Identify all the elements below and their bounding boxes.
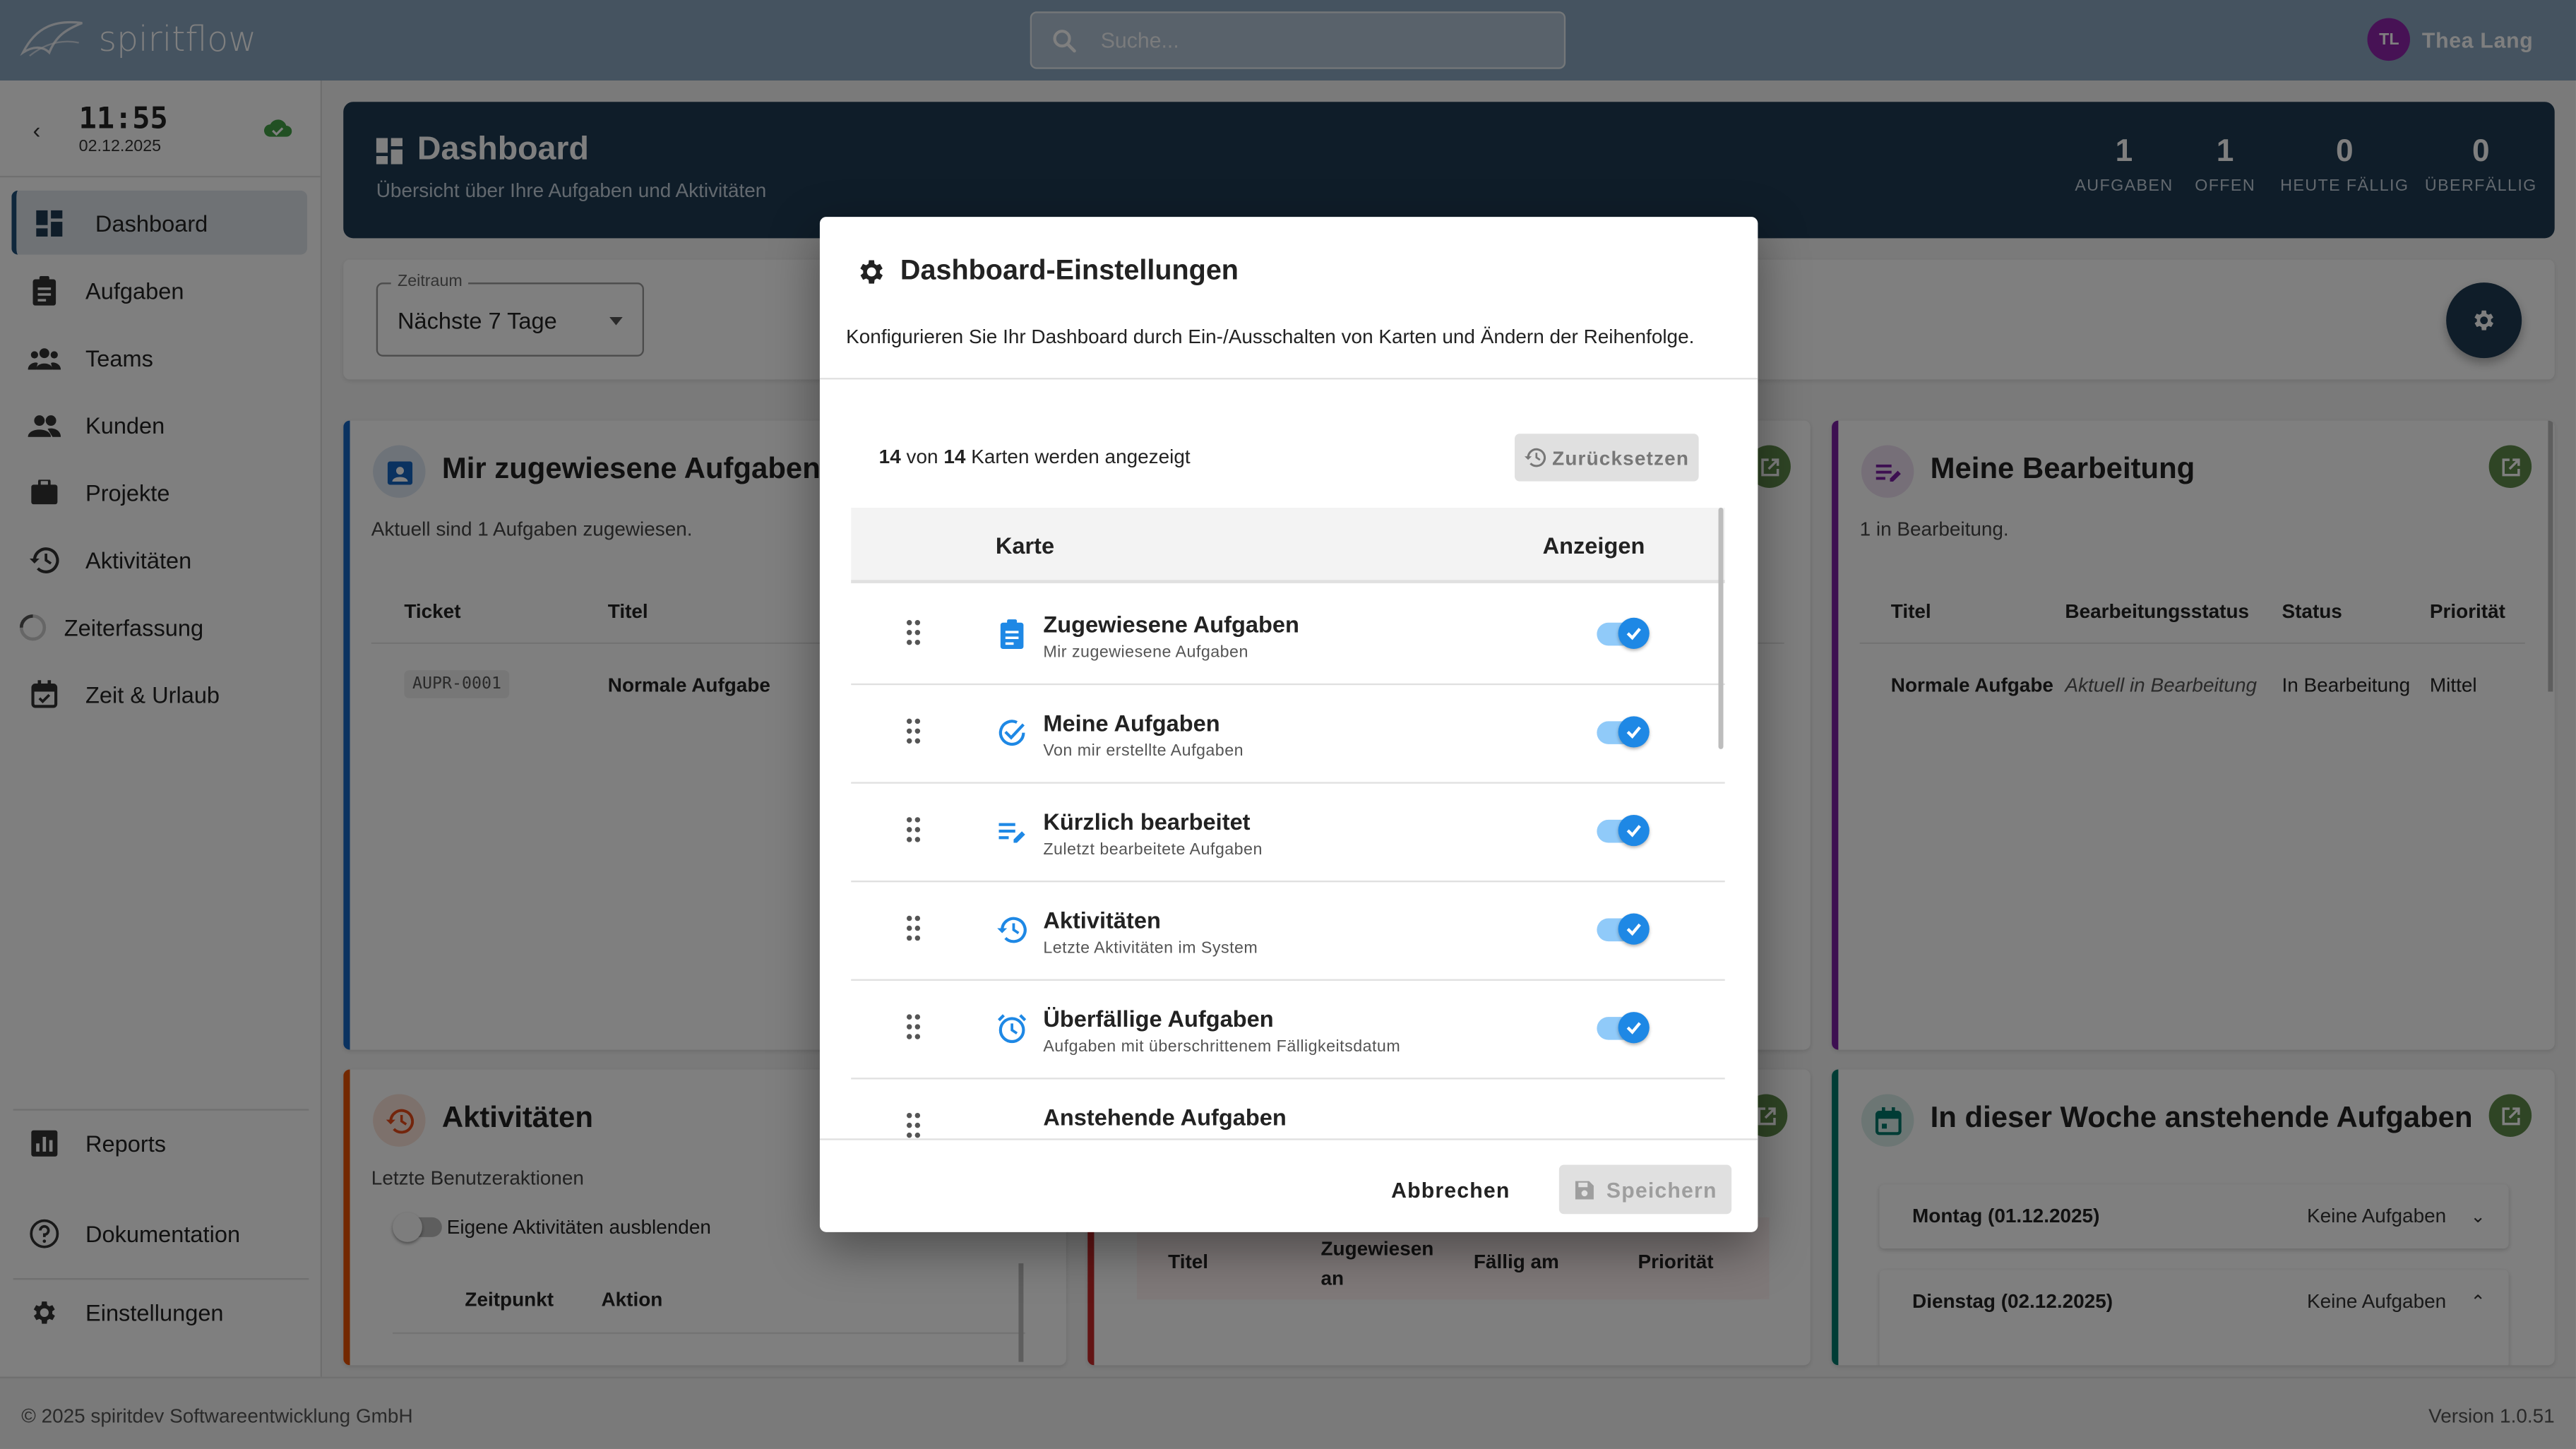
row-subtitle: Mir zugewiesene Aufgaben xyxy=(1043,643,1248,662)
column-header-karte: Karte xyxy=(995,532,1055,559)
count-total: 14 xyxy=(943,445,966,469)
row-title: Kürzlich bearbeitet xyxy=(1043,808,1251,835)
toggle-knob xyxy=(1618,814,1650,847)
check-icon xyxy=(1626,628,1641,640)
table-row: Kürzlich bearbeitet Zuletzt bearbeitete … xyxy=(851,784,1725,883)
cards-table: Karte Anzeigen Zugewiesene Aufgaben Mir … xyxy=(851,507,1725,1139)
dialog-title: Dashboard-Einstellungen xyxy=(856,255,1239,288)
show-toggle[interactable] xyxy=(1597,617,1650,649)
edit-list-icon xyxy=(998,823,1025,843)
divider xyxy=(819,378,1758,380)
show-toggle[interactable] xyxy=(1597,716,1650,748)
dialog-description: Konfigurieren Sie Ihr Dashboard durch Ei… xyxy=(846,325,1695,349)
row-title: Aktivitäten xyxy=(1043,907,1161,934)
count-shown: 14 xyxy=(878,445,901,469)
row-subtitle: Von mir erstellte Aufgaben xyxy=(1043,742,1244,761)
table-header: Karte Anzeigen xyxy=(851,507,1725,583)
card-count: 14 von 14 Karten werden angezeigt xyxy=(879,445,1191,468)
row-subtitle: Aufgaben mit überschrittenem Fälligkeits… xyxy=(1043,1038,1401,1056)
save-icon xyxy=(1575,1180,1594,1199)
column-header-anzeigen: Anzeigen xyxy=(1542,532,1645,559)
restore-icon xyxy=(1524,448,1546,467)
toggle-knob xyxy=(1618,617,1650,649)
show-toggle[interactable] xyxy=(1597,1012,1650,1044)
scrollbar[interactable] xyxy=(1718,507,1724,749)
dialog-title-text: Dashboard-Einstellungen xyxy=(900,254,1239,286)
drag-handle-icon[interactable] xyxy=(905,915,922,941)
gear-icon xyxy=(860,259,883,283)
check-icon xyxy=(1626,1022,1641,1034)
check-circle-icon xyxy=(998,720,1025,746)
row-subtitle: Zuletzt bearbeitete Aufgaben xyxy=(1043,841,1263,859)
drag-handle-icon[interactable] xyxy=(905,718,922,744)
reset-label: Zurücksetzen xyxy=(1552,446,1690,470)
count-text-end: Karten werden angezeigt xyxy=(971,445,1191,469)
drag-handle-icon[interactable] xyxy=(905,1112,922,1138)
drag-handle-icon[interactable] xyxy=(905,816,922,842)
row-title: Anstehende Aufgaben xyxy=(1043,1104,1287,1131)
history-icon xyxy=(997,917,1027,943)
save-button[interactable]: Speichern xyxy=(1558,1164,1732,1215)
check-icon xyxy=(1626,923,1641,936)
save-label: Speichern xyxy=(1606,1176,1717,1202)
show-toggle[interactable] xyxy=(1597,814,1650,847)
toggle-knob xyxy=(1618,913,1650,945)
table-row: Aktivitäten Letzte Aktivitäten im System xyxy=(851,882,1725,981)
drag-handle-icon[interactable] xyxy=(905,619,922,645)
table-row: Meine Aufgaben Von mir erstellte Aufgabe… xyxy=(851,685,1725,784)
reset-button[interactable]: Zurücksetzen xyxy=(1515,434,1699,482)
check-icon xyxy=(1626,825,1641,837)
cancel-button[interactable]: Abbrechen xyxy=(1380,1164,1521,1214)
check-icon xyxy=(1626,726,1641,739)
row-title: Zugewiesene Aufgaben xyxy=(1043,611,1299,638)
show-toggle[interactable] xyxy=(1597,913,1650,945)
toggle-knob xyxy=(1618,1012,1650,1044)
row-subtitle: Letzte Aktivitäten im System xyxy=(1043,939,1258,958)
table-row: Zugewiesene Aufgaben Mir zugewiesene Auf… xyxy=(851,587,1725,686)
alarm-icon xyxy=(998,1014,1027,1044)
divider xyxy=(819,1138,1758,1140)
clipboard-icon xyxy=(1000,619,1024,649)
table-row: Überfällige Aufgaben Aufgaben mit übersc… xyxy=(851,981,1725,1080)
row-title: Meine Aufgaben xyxy=(1043,710,1220,737)
table-row: Anstehende Aufgaben xyxy=(851,1080,1725,1139)
drag-handle-icon[interactable] xyxy=(905,1013,922,1039)
row-title: Überfällige Aufgaben xyxy=(1043,1005,1274,1032)
dashboard-settings-dialog: Dashboard-Einstellungen Konfigurieren Si… xyxy=(819,217,1758,1232)
toggle-knob xyxy=(1618,716,1650,748)
count-text-mid: von xyxy=(906,445,938,469)
